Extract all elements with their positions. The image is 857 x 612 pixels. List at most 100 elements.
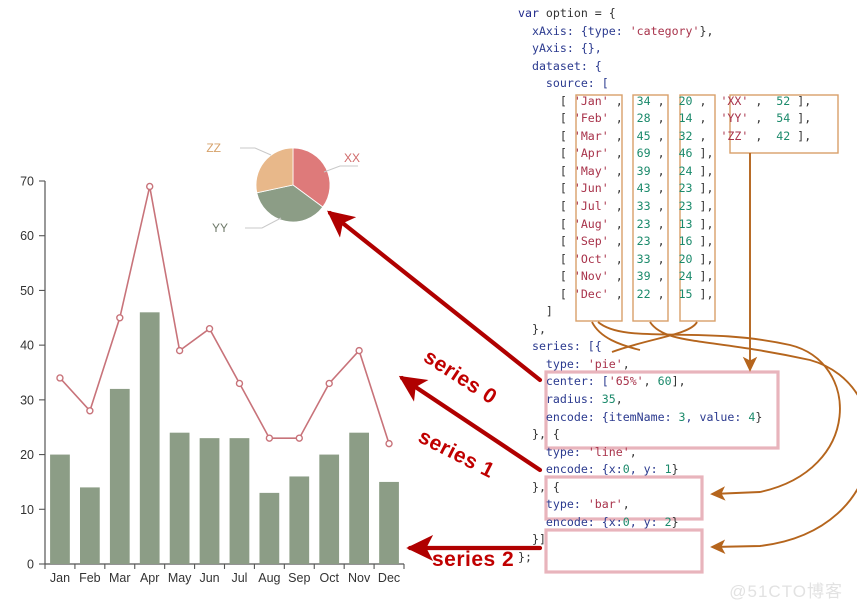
bar-series	[50, 312, 399, 564]
code-token: ],	[692, 234, 714, 249]
x-tick-label: Jan	[50, 571, 70, 585]
code-token: ,	[615, 392, 623, 407]
code-token: 33	[636, 251, 651, 266]
code-token: type:	[518, 356, 588, 371]
line-point-Feb	[86, 407, 94, 415]
code-token: 20	[678, 93, 693, 108]
code-token: ,	[650, 93, 679, 108]
bar-Jul	[229, 438, 250, 564]
code-token: ,	[650, 128, 679, 143]
code-token: [	[518, 269, 574, 284]
bar-Mar	[109, 388, 130, 564]
code-token: 34	[636, 93, 651, 108]
code-token: encode: {x:	[518, 462, 623, 477]
code-token: 1	[664, 462, 672, 477]
code-token: }]	[518, 532, 546, 547]
code-token: 'Sep'	[573, 234, 609, 249]
pie-chart: XX ZZ YY	[206, 141, 360, 235]
bar-Sep	[289, 476, 310, 564]
code-token: , y:	[629, 462, 665, 477]
y-tick-label: 50	[20, 284, 34, 298]
code-token: [	[518, 128, 574, 143]
code-token: ,	[650, 216, 679, 231]
code-token: 54	[776, 111, 791, 126]
code-token: ,	[622, 497, 630, 512]
x-tick-label: Feb	[79, 571, 101, 585]
code-token: [	[518, 146, 574, 161]
code-token: ,	[622, 356, 630, 371]
code-token: 39	[636, 269, 651, 284]
code-token: 20	[678, 251, 693, 266]
code-token: 52	[776, 93, 791, 108]
code-token: 'Apr'	[573, 146, 609, 161]
code-token: 'category'	[629, 23, 700, 38]
code-token: [	[518, 251, 574, 266]
code-token: [	[518, 93, 574, 108]
code-token: }, {	[518, 479, 560, 494]
code-token: 0	[622, 514, 630, 529]
code-token: type:	[518, 497, 588, 512]
code-token: ,	[748, 111, 777, 126]
code-token: ],	[692, 216, 714, 231]
code-token: , value:	[685, 409, 749, 424]
code-token: 24	[678, 269, 693, 284]
code-token: 'pie'	[587, 356, 623, 371]
code-token: ,	[650, 163, 679, 178]
code-token: 32	[678, 128, 693, 143]
x-tick-label: Jul	[231, 571, 247, 585]
code-token: type:	[518, 444, 588, 459]
code-token: [	[518, 234, 574, 249]
code-token: ,	[650, 111, 679, 126]
line-point-Aug	[265, 434, 274, 442]
code-token: 60	[657, 374, 672, 389]
line-point-Mar	[116, 314, 124, 322]
code-token: 46	[678, 146, 693, 161]
code-token: [	[518, 216, 574, 231]
pie-leader-yy	[245, 217, 282, 229]
code-token: 16	[678, 234, 693, 249]
code-token: ,	[692, 93, 721, 108]
y-tick-label: 30	[20, 393, 34, 407]
option-source-code: var option = { xAxis: {type: 'category'}…	[518, 5, 811, 567]
code-token: yAxis: {},	[518, 41, 602, 56]
code-token: 15	[678, 286, 693, 301]
code-token: 2	[664, 514, 672, 529]
code-token: 'Jan'	[573, 93, 609, 108]
code-token: 'YY'	[720, 111, 749, 126]
code-token: 0	[622, 462, 630, 477]
code-token: ,	[608, 234, 637, 249]
code-token: ],	[692, 163, 714, 178]
code-token: 45	[636, 128, 651, 143]
code-token: 'XX'	[720, 93, 749, 108]
code-token: ,	[650, 269, 679, 284]
code-token: ,	[608, 146, 637, 161]
code-token: 'Jun'	[573, 181, 609, 196]
code-token: ],	[692, 146, 714, 161]
code-token: 'ZZ'	[720, 128, 749, 143]
code-token: ,	[608, 163, 637, 178]
code-token: var	[518, 6, 539, 20]
code-token: xAxis: {type:	[518, 23, 630, 38]
x-tick-label: Oct	[319, 571, 339, 585]
code-token: ],	[790, 111, 812, 126]
code-token: [	[518, 163, 574, 178]
code-token: 'Mar'	[573, 128, 609, 143]
code-token: ,	[650, 181, 679, 196]
x-tick-label: Dec	[378, 571, 400, 585]
bar-Aug	[259, 492, 280, 564]
code-token: ],	[790, 93, 812, 108]
code-token: option	[538, 6, 595, 20]
y-tick-label: 40	[20, 339, 34, 353]
code-token: ,	[643, 374, 658, 389]
line-point-Nov	[355, 346, 363, 355]
pie-label-yy: YY	[212, 221, 228, 235]
x-tick-label: Apr	[140, 571, 159, 585]
code-token: 35	[601, 392, 616, 407]
bar-May	[169, 432, 190, 564]
code-token: ,	[650, 146, 679, 161]
code-token: ,	[650, 286, 679, 301]
x-tick-label: Nov	[348, 571, 371, 585]
bar-Oct	[319, 454, 340, 564]
pie-label-xx: XX	[344, 151, 360, 165]
x-tick-label: Sep	[288, 571, 310, 585]
